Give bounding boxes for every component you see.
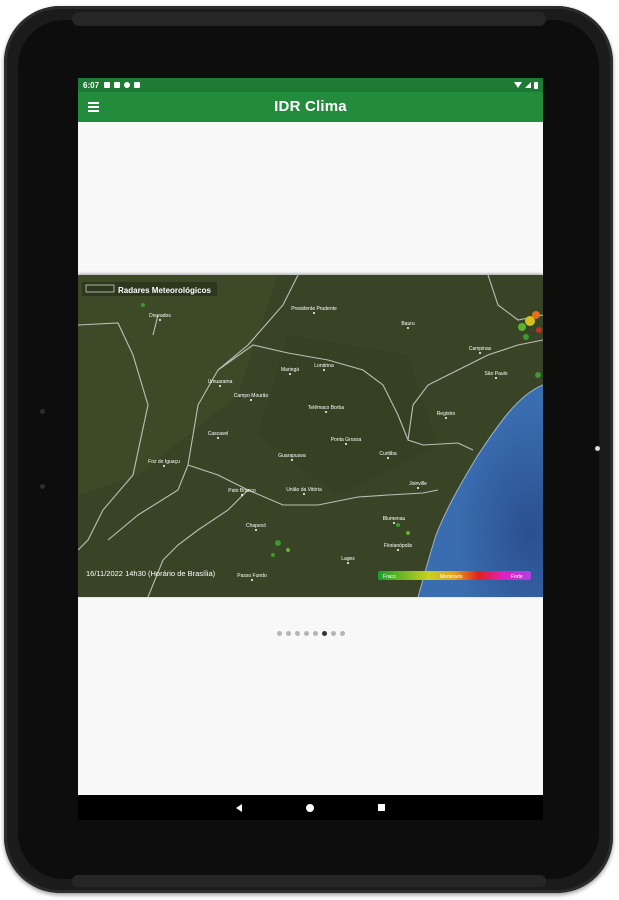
- city-label: Foz do Iguaçu: [148, 459, 180, 465]
- pager-dot[interactable]: [294, 631, 300, 636]
- radar-header: Radares Meteorológicos: [118, 286, 211, 295]
- city-label: Campinas: [469, 346, 492, 352]
- city-label: Chapecó: [246, 523, 266, 529]
- app-title: IDR Clima: [274, 98, 347, 115]
- notification-icon: [104, 82, 111, 88]
- android-nav-bar: [78, 795, 543, 820]
- carousel-pager: [78, 631, 543, 639]
- home-icon[interactable]: [306, 803, 314, 812]
- city-label: Ponta Grossa: [331, 437, 362, 443]
- city-label: Pato Branco: [228, 488, 256, 494]
- city-label: Maringá: [281, 367, 299, 373]
- wifi-icon: [514, 82, 522, 88]
- sensor-dot: [40, 409, 45, 414]
- legend-high: Forte: [511, 574, 523, 580]
- city-marker: [347, 562, 349, 564]
- city-marker: [323, 369, 325, 371]
- city-label: Dourados: [149, 313, 171, 319]
- city-label: Blumenau: [383, 516, 406, 522]
- media-icon: [114, 82, 121, 88]
- pager-dot[interactable]: [303, 631, 309, 636]
- device-screen: 6:07 IDR Clima Dourados Presidente Prude…: [78, 78, 543, 820]
- pager-dot-active[interactable]: [321, 631, 327, 636]
- city-marker: [219, 385, 221, 387]
- city-marker: [217, 437, 219, 439]
- city-label: Bauru: [401, 321, 415, 327]
- city-label: Guarapuava: [278, 453, 306, 459]
- city-marker: [303, 493, 305, 495]
- main-content: Dourados Presidente Prudente Bauru Campinas…: [78, 122, 543, 795]
- city-marker: [387, 457, 389, 459]
- status-bar: 6:07: [78, 78, 543, 92]
- pager-dot[interactable]: [276, 631, 282, 636]
- city-label: Presidente Prudente: [291, 306, 337, 312]
- city-marker: [445, 417, 447, 419]
- city-label: Telêmaco Borba: [308, 405, 344, 411]
- sync-icon: [124, 82, 131, 88]
- radar-map-image[interactable]: Dourados Presidente Prudente Bauru Campinas…: [78, 275, 543, 597]
- city-marker: [250, 399, 252, 401]
- pager-dot[interactable]: [312, 631, 318, 636]
- camera-dot: [595, 446, 600, 451]
- back-icon[interactable]: [236, 803, 242, 812]
- app-bar: IDR Clima: [78, 92, 543, 122]
- city-label: Umuarama: [208, 379, 233, 385]
- city-marker: [289, 373, 291, 375]
- city-marker: [159, 319, 161, 321]
- city-marker: [345, 443, 347, 445]
- city-marker: [251, 579, 253, 581]
- legend-mid: Moderado: [440, 574, 463, 580]
- city-label: Lages: [341, 556, 355, 562]
- tablet-bottom-edge: [72, 875, 546, 887]
- clipboard-icon: [134, 82, 141, 88]
- city-marker: [495, 377, 497, 379]
- status-time: 6:07: [83, 80, 100, 90]
- city-marker: [479, 352, 481, 354]
- city-label: Curitiba: [379, 451, 396, 457]
- city-label: Registro: [437, 411, 456, 417]
- city-marker: [397, 549, 399, 551]
- hamburger-menu-icon[interactable]: [87, 100, 101, 114]
- city-marker: [325, 411, 327, 413]
- battery-icon: [534, 81, 538, 89]
- city-label: São Paulo: [484, 371, 507, 377]
- tablet-top-edge: [72, 12, 546, 26]
- radar-map: Dourados Presidente Prudente Bauru Campinas…: [78, 275, 543, 597]
- sensor-dot: [40, 484, 45, 489]
- city-marker: [393, 522, 395, 524]
- legend-low: Fraco: [383, 574, 396, 580]
- city-label: Cascavel: [208, 431, 229, 437]
- pager-dot[interactable]: [339, 631, 345, 636]
- signal-icon: [525, 82, 531, 88]
- city-marker: [417, 487, 419, 489]
- city-marker: [407, 327, 409, 329]
- city-label: Londrina: [314, 363, 334, 369]
- city-label: União da Vitória: [286, 487, 322, 493]
- city-label: Joinville: [409, 481, 427, 487]
- radar-timestamp: 16/11/2022 14h30 (Horário de Brasília): [86, 569, 216, 578]
- city-marker: [255, 529, 257, 531]
- city-marker: [291, 459, 293, 461]
- city-marker: [313, 312, 315, 314]
- city-label: Passo Fundo: [237, 573, 267, 579]
- pager-dot[interactable]: [330, 631, 336, 636]
- pager-dot[interactable]: [285, 631, 291, 636]
- city-marker: [163, 465, 165, 467]
- city-label: Florianópolis: [384, 543, 413, 549]
- recent-apps-icon[interactable]: [378, 804, 385, 811]
- city-marker: [241, 494, 243, 496]
- city-label: Campo Mourão: [234, 393, 269, 399]
